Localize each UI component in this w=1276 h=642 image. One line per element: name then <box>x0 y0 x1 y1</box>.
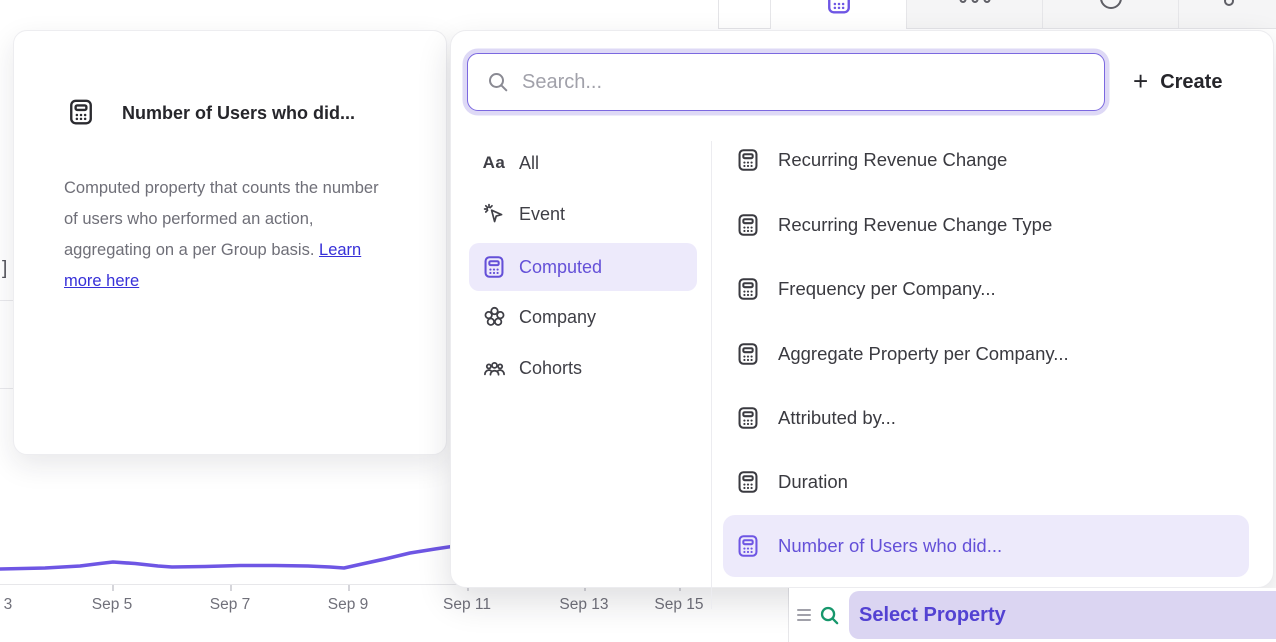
property-label: Recurring Revenue Change <box>778 149 1007 171</box>
x-axis-label: Sep 15 <box>649 596 709 614</box>
calculator-icon <box>735 147 761 173</box>
property-duration[interactable]: Duration <box>723 462 1249 502</box>
category-event[interactable]: Event <box>469 194 697 234</box>
axis-tick <box>230 585 232 591</box>
select-property-bar: Select Property <box>789 588 1276 642</box>
property-label: Attributed by... <box>778 407 896 429</box>
x-axis-label: Sep 11 <box>437 596 497 614</box>
aa-icon: Aa <box>481 150 507 176</box>
property-recurring-revenue-change[interactable]: Recurring Revenue Change <box>723 140 1249 180</box>
x-axis-label: Sep 13 <box>554 596 614 614</box>
property-label: Duration <box>778 471 848 493</box>
green-search-icon <box>818 604 841 627</box>
property-label: Number of Users who did... <box>778 535 1002 557</box>
tab-fourth[interactable] <box>1178 0 1276 28</box>
app-screen: ] Sep 3 Sep 5 Sep 7 Sep 9 Sep 11 Sep 13 … <box>0 0 1276 642</box>
property-label: Frequency per Company... <box>778 278 996 300</box>
event-cursor-icon <box>481 201 507 227</box>
create-button-label: Create <box>1160 71 1222 94</box>
category-all[interactable]: Aa All <box>469 143 697 183</box>
category-label: Computed <box>519 257 602 278</box>
category-computed[interactable]: Computed <box>469 243 697 291</box>
property-label: Aggregate Property per Company... <box>778 343 1069 365</box>
x-axis-label: Sep 7 <box>200 596 260 614</box>
dots-icon <box>959 0 990 3</box>
popover-column-divider <box>711 141 712 609</box>
property-number-of-users-who-did[interactable]: Number of Users who did... <box>723 515 1249 577</box>
x-axis-label: Sep 5 <box>82 596 142 614</box>
search-box <box>467 53 1105 111</box>
view-tab-bar <box>718 0 1276 29</box>
calculator-icon <box>735 405 761 431</box>
calculator-icon <box>735 212 761 238</box>
tooltip-title: Number of Users who did... <box>122 103 355 124</box>
category-cohorts[interactable]: Cohorts <box>469 348 697 388</box>
tab-second[interactable] <box>906 0 1042 28</box>
category-company[interactable]: Company <box>469 297 697 337</box>
property-aggregate-property-per-company[interactable]: Aggregate Property per Company... <box>723 334 1249 374</box>
calculator-icon <box>735 341 761 367</box>
category-label: All <box>519 153 539 174</box>
property-picker-popover: + Create Aa All Event Computed <box>450 30 1274 588</box>
axis-tick <box>112 585 114 591</box>
category-label: Company <box>519 307 596 328</box>
drag-handle-icon[interactable] <box>797 609 811 621</box>
property-tooltip-card: Number of Users who did... Computed prop… <box>13 30 447 455</box>
calculator-icon <box>66 97 96 127</box>
tab-third[interactable] <box>1042 0 1178 28</box>
calculator-icon <box>735 533 761 559</box>
property-label: Recurring Revenue Change Type <box>778 214 1052 236</box>
category-label: Cohorts <box>519 358 582 379</box>
cohorts-icon <box>481 355 507 381</box>
content-panel-divider <box>718 0 719 28</box>
select-property-button[interactable]: Select Property <box>849 591 1276 639</box>
select-property-label: Select Property <box>859 604 1006 627</box>
plus-icon: + <box>1133 68 1148 94</box>
circle-icon <box>1224 0 1234 6</box>
property-frequency-per-company[interactable]: Frequency per Company... <box>723 269 1249 309</box>
tooltip-description: Computed property that counts the number… <box>64 173 382 297</box>
calculator-icon <box>735 276 761 302</box>
axis-tick <box>348 585 350 591</box>
x-axis-label: Sep 3 <box>0 596 22 614</box>
history-icon <box>1100 0 1122 9</box>
category-label: Event <box>519 204 565 225</box>
property-recurring-revenue-change-type[interactable]: Recurring Revenue Change Type <box>723 205 1249 245</box>
calculator-icon <box>824 0 854 16</box>
calculator-icon <box>735 469 761 495</box>
search-input[interactable] <box>522 71 1104 94</box>
tab-computed-properties[interactable] <box>770 0 906 29</box>
company-icon <box>481 304 507 330</box>
search-icon <box>486 70 510 94</box>
calculator-icon <box>481 254 507 280</box>
property-attributed-by[interactable]: Attributed by... <box>723 398 1249 438</box>
create-button[interactable]: + Create <box>1133 61 1222 103</box>
x-axis-label: Sep 9 <box>318 596 378 614</box>
